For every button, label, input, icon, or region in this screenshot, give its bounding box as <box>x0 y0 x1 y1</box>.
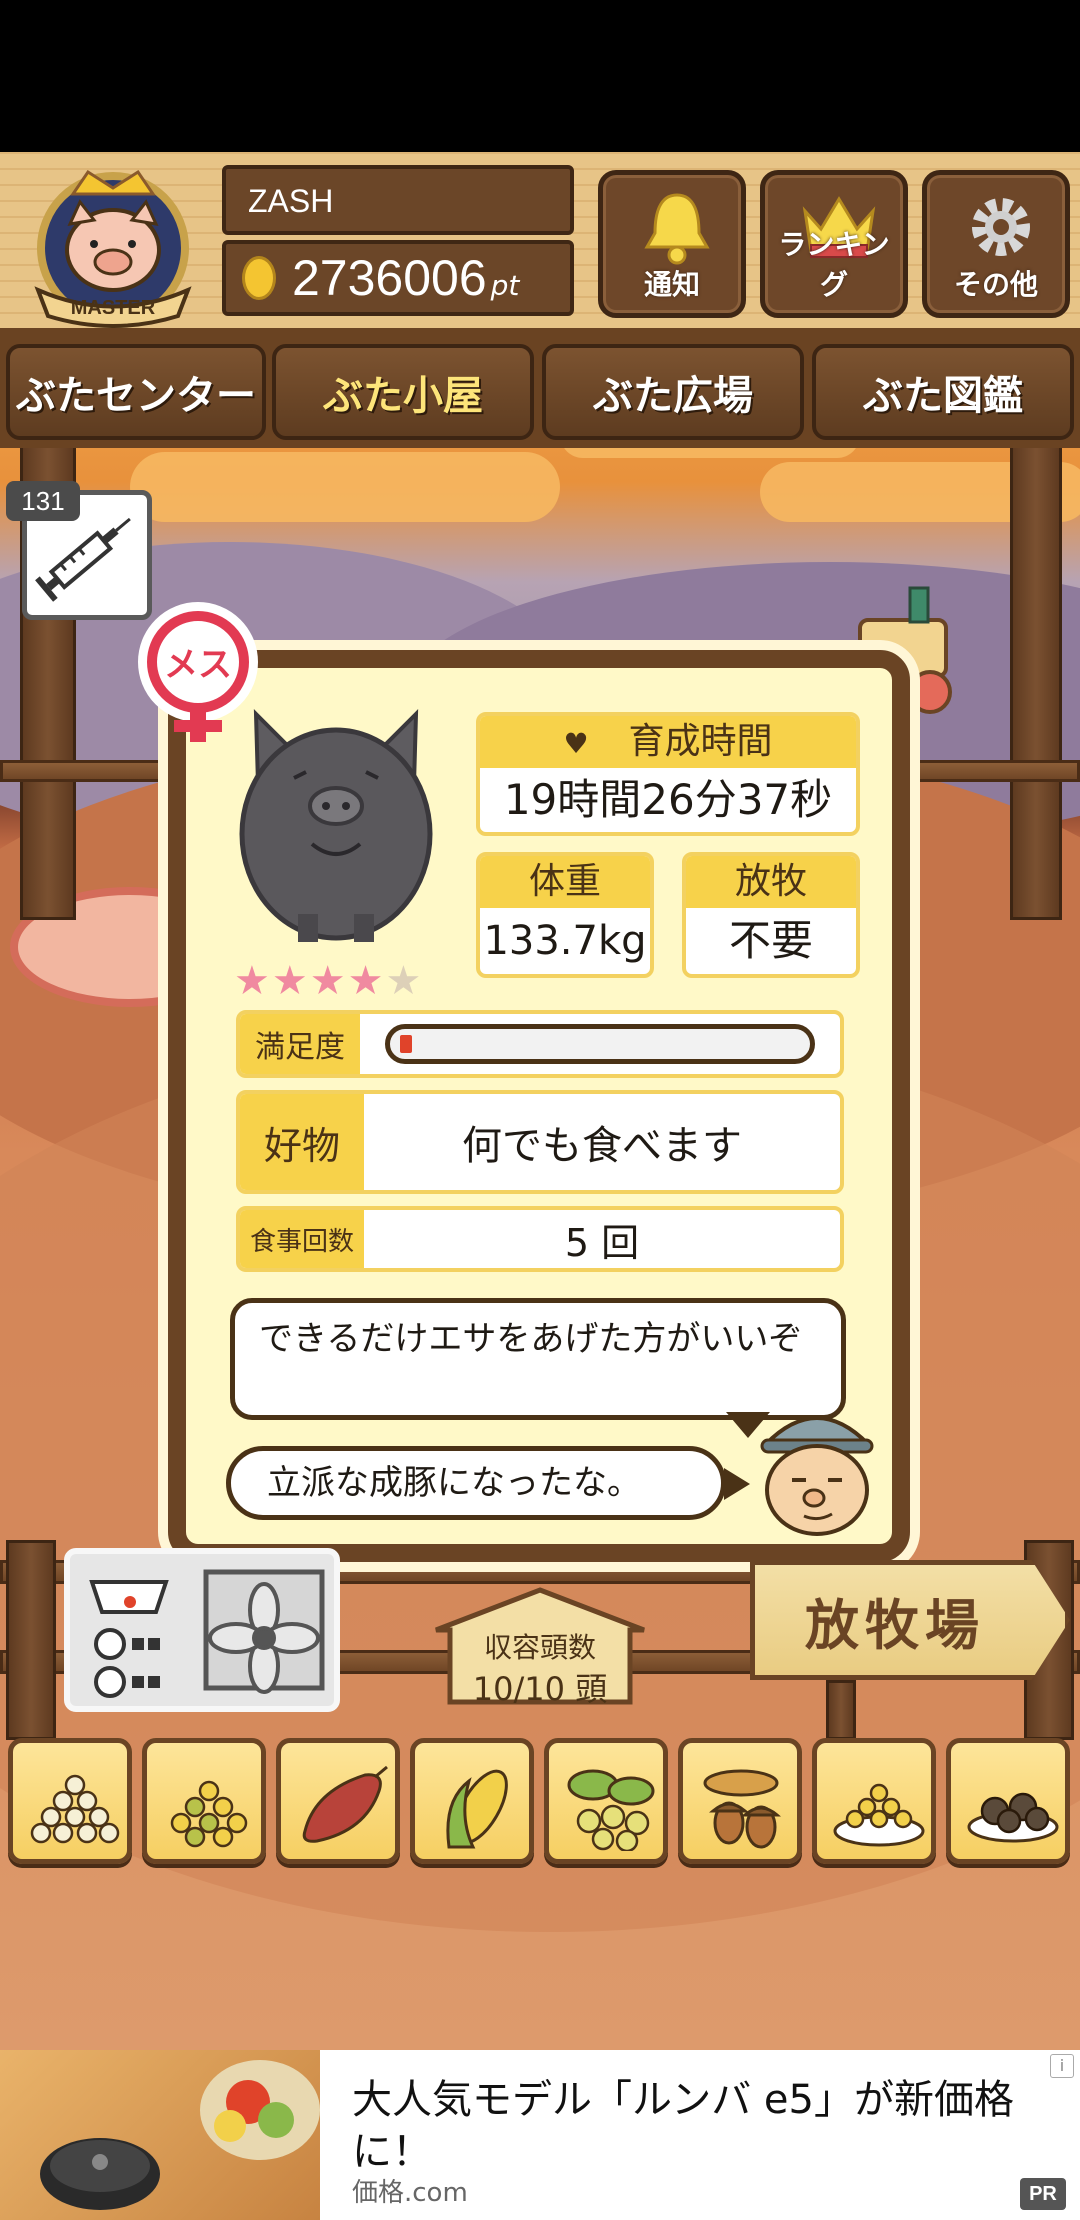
grazing-value: 不要 <box>728 916 813 965</box>
ad-source: 価格.com <box>352 2178 468 2208</box>
growth-time-box: ♥ 育成時間 19時間26分37秒 <box>476 712 860 836</box>
food-grain-pile[interactable] <box>8 1738 132 1864</box>
fence-post-right <box>1010 440 1062 920</box>
points-display: 2736006 pt <box>222 240 574 316</box>
tab-buta-plaza[interactable]: ぶた広場 <box>542 344 804 440</box>
grazing-box: 放牧 不要 <box>682 852 860 978</box>
ranking-button[interactable]: ランキング <box>760 170 908 318</box>
master-badge[interactable]: MASTER <box>18 158 208 328</box>
pig-portrait <box>236 694 436 954</box>
tab-buta-hut[interactable]: ぶた小屋 <box>272 344 534 440</box>
coin-icon <box>242 256 276 300</box>
bell-icon <box>644 193 710 265</box>
growth-time-value: 19時間26分37秒 <box>503 775 833 824</box>
acorn-icon <box>703 1769 781 1849</box>
food-grain-plate[interactable] <box>812 1738 936 1864</box>
favorite-food-label: 好物 <box>240 1094 364 1190</box>
environment-panel[interactable] <box>64 1548 340 1712</box>
ad-image[interactable] <box>0 2050 320 2220</box>
star-icon: ★ <box>234 958 272 1004</box>
corn-icon <box>446 1769 508 1849</box>
points-value: 2736006 <box>292 250 487 306</box>
capacity-label: 収容頭数 <box>483 1631 596 1664</box>
ad-title[interactable]: 大人気モデル「ルンバ e5」が新価格に！ <box>352 2074 1042 2178</box>
comment-bubble: 立派な成豚になったな。 <box>226 1446 726 1520</box>
meal-count-value: 5 回 <box>564 1220 640 1265</box>
tab-buta-encyclopedia[interactable]: ぶた図鑑 <box>812 344 1074 440</box>
star-icon: ★ <box>347 958 386 1004</box>
svg-text:MASTER: MASTER <box>71 297 156 319</box>
meal-count-row: 食事回数 5 回 <box>236 1206 844 1272</box>
grazing-label: 放牧 <box>686 856 856 908</box>
star-icon: ★ <box>271 958 310 1004</box>
capacity-sign: 収容頭数 10/10 頭 <box>430 1586 650 1708</box>
sign-post <box>826 1680 856 1740</box>
tab-buta-center[interactable]: ぶたセンター <box>6 344 266 440</box>
weight-label: 体重 <box>480 856 650 908</box>
fence-rail <box>0 760 170 782</box>
favorite-food-value: 何でも食べます <box>462 1123 742 1169</box>
rating-stars: ★★★★★ <box>234 958 423 1004</box>
capacity-value: 10/10 頭 <box>472 1670 608 1708</box>
svg-text:メス: メス <box>164 645 232 685</box>
ad-info-icon[interactable]: i <box>1050 2054 1074 2078</box>
gear-icon <box>972 198 1030 256</box>
star-empty-icon: ★ <box>385 958 424 1004</box>
weight-value: 133.7kg <box>483 918 647 964</box>
notification-button[interactable]: 通知 <box>598 170 746 318</box>
food-meatballs-plate[interactable] <box>946 1738 1070 1864</box>
fence-rail <box>900 760 1080 782</box>
status-bar <box>0 0 1080 152</box>
food-acorn[interactable] <box>678 1738 802 1864</box>
fence-post <box>6 1540 56 1740</box>
other-button[interactable]: その他 <box>922 170 1070 318</box>
mixed-grain-icon <box>170 1780 248 1848</box>
grazing-field-button[interactable]: 放牧場 <box>750 1560 1070 1680</box>
meatballs-plate-icon <box>967 1792 1059 1843</box>
favorite-food-row: 好物 何でも食べます <box>236 1090 844 1194</box>
satisfaction-bar <box>385 1024 815 1064</box>
star-icon: ★ <box>309 958 348 1004</box>
weight-box: 体重 133.7kg <box>476 852 654 978</box>
growth-time-label: ♥ 育成時間 <box>480 716 856 768</box>
ad-pr-badge: PR <box>1020 2178 1066 2210</box>
player-name: ZASH <box>222 165 574 235</box>
grain-plate-icon <box>833 1783 925 1847</box>
food-corn[interactable] <box>410 1738 534 1864</box>
grain-pile-icon <box>30 1774 120 1844</box>
beans-leaves-icon <box>567 1769 655 1851</box>
food-sweet-potato[interactable] <box>276 1738 400 1864</box>
heart-icon: ♥ <box>563 727 589 760</box>
item-counter: 131 <box>6 481 80 521</box>
sweet-potato-icon <box>302 1765 388 1843</box>
points-unit: pt <box>490 268 520 302</box>
food-mixed-grain[interactable] <box>142 1738 266 1864</box>
satisfaction-label: 満足度 <box>240 1014 360 1074</box>
bubble-tail <box>724 1468 750 1500</box>
farmer-avatar <box>752 1398 882 1538</box>
satisfaction-row: 満足度 <box>236 1010 844 1078</box>
satisfaction-bar-fill <box>400 1035 412 1053</box>
meal-count-label: 食事回数 <box>240 1210 364 1268</box>
food-beans-leaves[interactable] <box>544 1738 668 1864</box>
